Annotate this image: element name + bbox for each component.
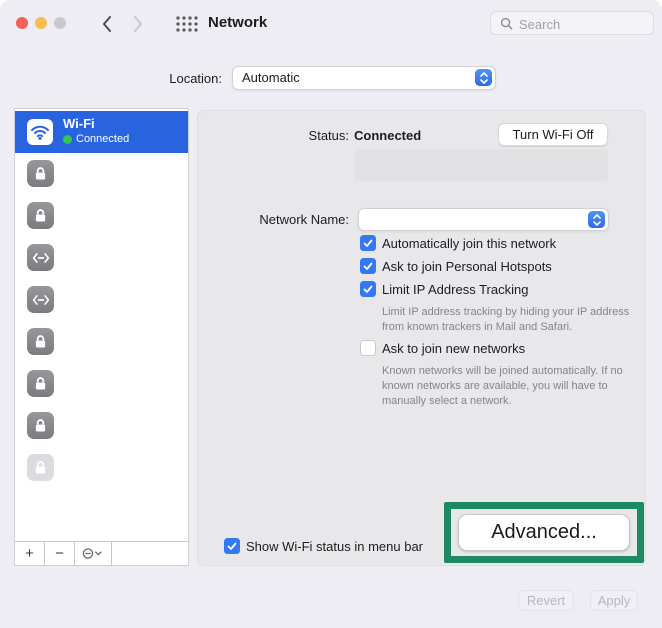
limit-ip-tracking-label: Limit IP Address Tracking: [382, 282, 528, 297]
advanced-button[interactable]: Advanced...: [458, 514, 630, 551]
search-field[interactable]: [490, 11, 654, 35]
close-window-button[interactable]: [16, 17, 28, 29]
ethernet-icon: [27, 244, 54, 271]
back-button[interactable]: [100, 14, 116, 34]
lock-icon: [27, 370, 54, 397]
sidebar-item-service-8[interactable]: [15, 447, 188, 489]
auto-join-label: Automatically join this network: [382, 236, 556, 251]
location-dropdown[interactable]: Automatic: [232, 66, 496, 90]
minimize-window-button[interactable]: [35, 17, 47, 29]
personal-hotspots-label: Ask to join Personal Hotspots: [382, 259, 552, 274]
network-services-sidebar: Wi-Fi Connected: [14, 108, 189, 566]
ask-join-new-networks-help: Known networks will be joined automatica…: [382, 364, 640, 409]
show-wifi-status-checkbox[interactable]: [224, 538, 240, 554]
remove-service-button[interactable]: −: [45, 542, 75, 565]
revert-button: Revert: [518, 590, 574, 611]
apply-button: Apply: [590, 590, 638, 611]
service-actions-menu-button[interactable]: [75, 542, 112, 565]
network-name-dropdown[interactable]: [358, 208, 609, 231]
sidebar-item-service-4[interactable]: [15, 279, 188, 321]
add-service-button[interactable]: +: [15, 542, 45, 565]
ask-join-new-networks-label: Ask to join new networks: [382, 341, 525, 356]
network-preferences-window: Network Location: Automatic: [0, 0, 662, 628]
lock-icon: [27, 412, 54, 439]
sidebar-item-service-1[interactable]: [15, 153, 188, 195]
status-value: Connected: [354, 128, 421, 143]
sidebar-toolbar: + −: [15, 541, 188, 565]
ethernet-icon: [27, 286, 54, 313]
dropdown-stepper-icon: [588, 211, 605, 228]
search-input[interactable]: [517, 13, 651, 35]
personal-hotspots-checkbox[interactable]: [360, 258, 376, 274]
sidebar-item-service-7[interactable]: [15, 405, 188, 447]
advanced-button-highlight-inner: Advanced...: [451, 509, 637, 556]
location-label: Location:: [132, 71, 222, 86]
auto-join-checkbox[interactable]: [360, 235, 376, 251]
action-menu-icon: [82, 547, 104, 560]
show-wifi-status-label: Show Wi-Fi status in menu bar: [246, 539, 423, 554]
lock-icon: [27, 202, 54, 229]
network-name-label: Network Name:: [198, 212, 349, 227]
turn-wifi-off-button[interactable]: Turn Wi-Fi Off: [498, 123, 608, 146]
lock-icon: [27, 454, 54, 481]
advanced-button-highlight: Advanced...: [444, 502, 644, 563]
lock-icon: [27, 328, 54, 355]
sidebar-item-service-2[interactable]: [15, 195, 188, 237]
location-value: Automatic: [242, 70, 300, 85]
limit-ip-tracking-checkbox[interactable]: [360, 281, 376, 297]
status-label: Status:: [198, 128, 349, 143]
zoom-window-button: [54, 17, 66, 29]
lock-icon: [27, 160, 54, 187]
dropdown-stepper-icon: [475, 69, 492, 86]
limit-ip-tracking-help: Limit IP address tracking by hiding your…: [382, 305, 640, 335]
show-all-preferences-icon[interactable]: [176, 16, 198, 32]
search-icon: [500, 17, 513, 30]
ask-join-new-networks-checkbox[interactable]: [360, 340, 376, 356]
sidebar-item-status: Connected: [76, 133, 129, 145]
sidebar-item-service-6[interactable]: [15, 363, 188, 405]
wifi-settings-panel: Status: Connected Turn Wi-Fi Off Network…: [197, 110, 646, 566]
sidebar-item-service-3[interactable]: [15, 237, 188, 279]
connected-status-dot: [63, 135, 72, 144]
status-detail-block: [354, 149, 608, 181]
sidebar-item-service-5[interactable]: [15, 321, 188, 363]
wifi-icon: [27, 119, 53, 145]
forward-button: [131, 14, 147, 34]
window-title: Network: [208, 14, 267, 31]
sidebar-item-label: Wi-Fi: [63, 116, 95, 131]
sidebar-item-wifi[interactable]: Wi-Fi Connected: [15, 111, 188, 153]
